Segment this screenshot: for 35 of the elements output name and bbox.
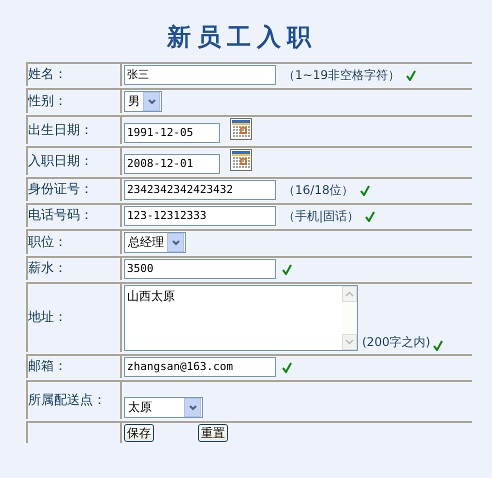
save-button[interactable]: 保存 [124, 424, 154, 442]
input-field[interactable]: 3500 [124, 259, 276, 279]
input-field[interactable]: 张三 [124, 65, 276, 85]
caret-icon [170, 238, 180, 247]
field-label: 薪水： [28, 261, 67, 277]
hint-text: （1~19非空格字符） [283, 66, 400, 84]
field-label: 出生日期： [28, 122, 93, 138]
page-title: 新员工入职 [166, 21, 318, 53]
field-label: 姓名： [28, 67, 67, 83]
field-label: 入职日期： [28, 154, 93, 170]
scrollbar[interactable] [342, 286, 357, 350]
calendar-icon[interactable] [230, 118, 252, 140]
dropdown[interactable]: 男 [124, 91, 162, 112]
input-field[interactable]: 123-12312333 [124, 206, 276, 226]
dropdown[interactable]: 太原 [124, 397, 203, 418]
field-label: 电话号码： [28, 208, 93, 224]
hint-text: （16/18位） [283, 182, 354, 198]
field-label: 性别： [28, 94, 67, 110]
text-area[interactable]: 山西太原 [124, 285, 358, 351]
input-field[interactable]: zhangsan@163.com [124, 357, 276, 377]
field-label: 所属配送点： [28, 392, 106, 408]
field-label: 邮箱： [28, 359, 67, 375]
field-label: 职位： [28, 234, 67, 250]
field-label: 地址： [28, 310, 67, 326]
caret-icon [188, 403, 198, 412]
hint-text: （手机|固话） [283, 208, 360, 224]
hint-text: (200字之内) [362, 334, 430, 351]
date-field[interactable]: 2008-12-01 [124, 154, 220, 174]
date-field[interactable]: 1991-12-05 [124, 123, 220, 143]
caret-icon [146, 97, 156, 106]
reset-button[interactable]: 重置 [198, 424, 228, 442]
field-label: 身份证号： [28, 182, 93, 198]
dropdown[interactable]: 总经理 [124, 232, 186, 253]
input-field[interactable]: 2342342342423432 [124, 180, 276, 200]
calendar-icon[interactable] [230, 149, 252, 171]
